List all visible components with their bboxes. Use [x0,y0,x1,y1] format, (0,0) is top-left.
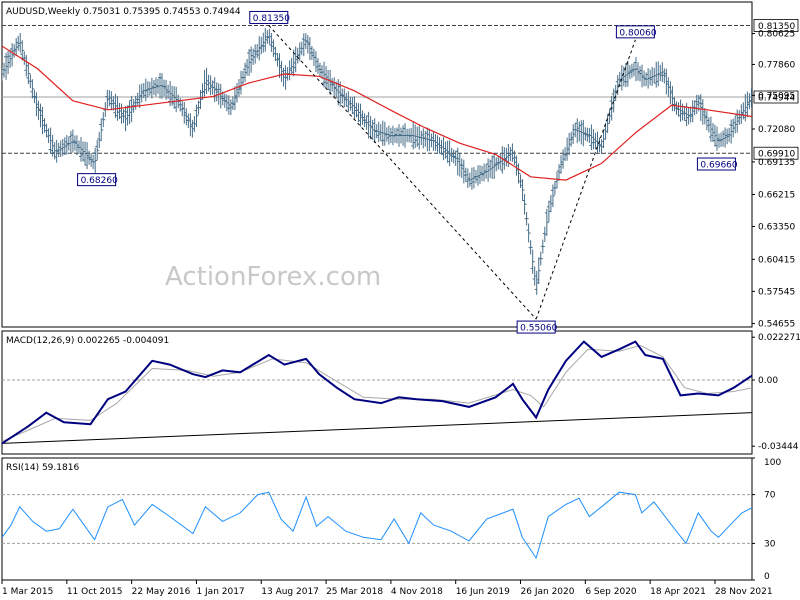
price-axis-label: 0.66215 [758,190,795,200]
macd-axis-label: 0.022271 [758,333,800,343]
x-axis-label: 22 May 2016 [132,587,191,597]
x-axis-label: 6 Sep 2020 [585,587,637,597]
x-axis-label: 16 Jun 2019 [456,587,510,597]
rsi-axis-label: 100 [764,458,781,468]
rsi-panel-header: RSI(14) 59.1816 [6,463,79,473]
rsi-axis-label: 0 [764,572,770,582]
rsi-line [2,491,752,560]
rsi-axis-label: 70 [764,491,776,501]
x-axis-label: 25 Mar 2018 [326,587,383,597]
macd-axis-label: -0.03444 [758,442,799,452]
x-axis-label: 28 Nov 2021 [715,587,773,597]
price-axis-label: 0.72080 [758,125,795,135]
x-axis-label: 4 Nov 2018 [391,587,443,597]
x-axis-label: 11 Oct 2015 [67,587,123,597]
swing-label-1: 0.81350 [253,14,290,24]
x-axis-label: 1 Mar 2015 [2,587,53,597]
x-axis-label: 1 Jan 2017 [196,587,244,597]
rsi-panel-frame [1,457,753,581]
price-axis-label: 0.75095 [758,91,795,101]
swing-label-2: 0.55060 [520,324,557,334]
swing-label-0: 0.68260 [81,176,118,186]
price-axis-label: 0.60415 [758,255,795,265]
swing-label-4: 0.69660 [700,161,737,171]
price-panel-header: AUDUSD,Weekly 0.75031 0.75395 0.74553 0.… [6,7,241,17]
x-axis-label: 13 Aug 2017 [261,587,319,597]
macd-panel-frame [1,330,753,455]
price-axis-label: 0.54655 [758,320,795,330]
swing-label-3: 0.80060 [619,28,656,38]
macd-axis-label: 0.00 [758,376,778,386]
rsi-axis-label: 30 [764,539,776,549]
price-axis-label: 0.63350 [758,222,795,232]
price-axis-label: 0.57545 [758,287,795,297]
macd-panel-header: MACD(12,26,9) 0.002265 -0.004091 [6,336,169,346]
x-axis-label: 26 Jan 2020 [521,587,575,597]
price-axis-label: 0.77860 [758,60,795,70]
macd-trendline [2,412,752,444]
macd-signal-line [2,344,752,442]
watermark: ActionForex.com [165,262,381,292]
x-axis-label: 18 Apr 2021 [650,587,706,597]
price-axis-label: 0.80625 [758,30,795,40]
price-axis-label: 0.69135 [758,158,795,168]
forex-chart: ActionForex.com 0.68260 0.81350 0.55060 0.8… [1,1,800,597]
price-trendline-1 [535,39,636,320]
